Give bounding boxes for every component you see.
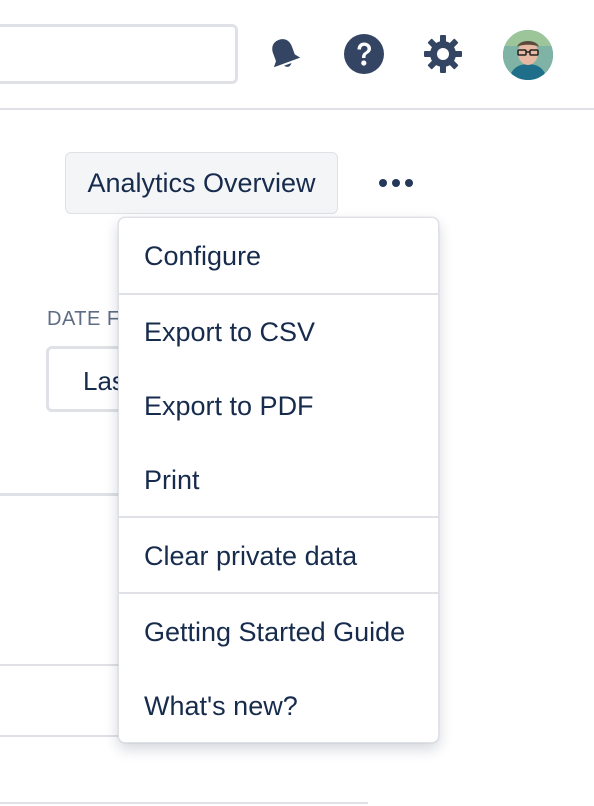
avatar-image: [503, 30, 553, 80]
bell-icon[interactable]: [262, 32, 306, 76]
menu-item-print[interactable]: Print: [119, 450, 438, 510]
analytics-overview-button[interactable]: Analytics Overview: [65, 152, 338, 214]
divider: [0, 664, 130, 666]
more-options-menu: Configure Export to CSV Export to PDF Pr…: [118, 217, 439, 743]
dot: [405, 179, 413, 187]
gear-icon[interactable]: [421, 32, 465, 76]
top-navigation-bar: [0, 0, 594, 110]
gear-icon-graphic: [424, 35, 462, 73]
menu-separator: [119, 516, 438, 518]
dot: [379, 179, 387, 187]
help-icon-graphic: [344, 34, 384, 74]
avatar[interactable]: [503, 30, 553, 80]
bell-icon-graphic: [272, 39, 301, 68]
menu-item-configure[interactable]: Configure: [119, 226, 438, 286]
divider: [0, 802, 368, 804]
divider: [0, 735, 130, 737]
menu-item-getting-started-guide[interactable]: Getting Started Guide: [119, 602, 438, 662]
menu-item-clear-private-data[interactable]: Clear private data: [119, 526, 438, 586]
menu-item-export-pdf[interactable]: Export to PDF: [119, 376, 438, 436]
help-icon[interactable]: [342, 32, 386, 76]
menu-item-export-csv[interactable]: Export to CSV: [119, 302, 438, 362]
more-options-icon[interactable]: [370, 163, 422, 203]
page: Analytics Overview DATE F Las Configure …: [0, 0, 594, 806]
menu-separator: [119, 592, 438, 594]
date-filter-label: DATE F: [47, 308, 120, 330]
menu-separator: [119, 293, 438, 295]
dot: [392, 179, 400, 187]
search-input[interactable]: [0, 24, 238, 84]
menu-item-whats-new[interactable]: What's new?: [119, 676, 438, 736]
divider: [0, 493, 130, 496]
